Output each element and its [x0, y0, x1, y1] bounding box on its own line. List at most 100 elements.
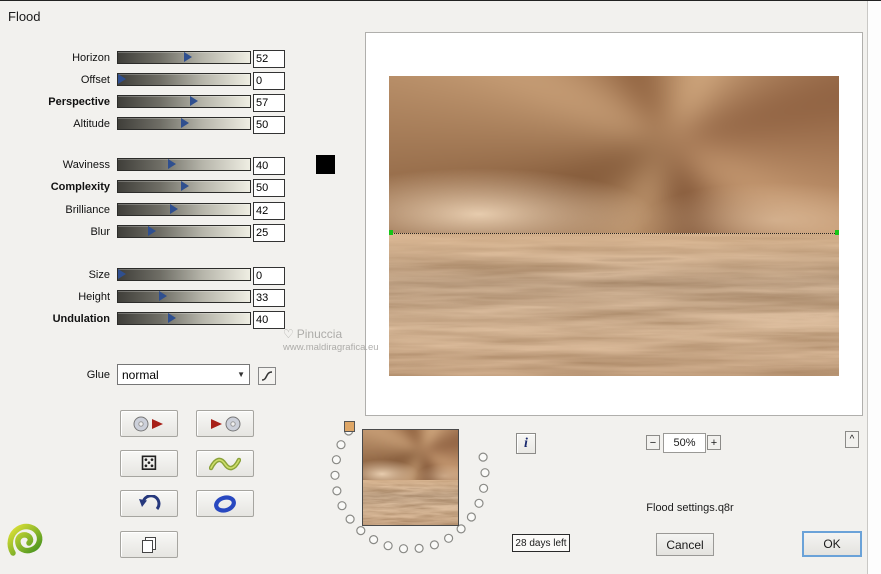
altitude-value-input[interactable] — [253, 116, 285, 134]
preview-panel — [365, 32, 863, 416]
watermark: ♡ Pinuccia www.maldiragrafica.eu — [283, 327, 379, 353]
horizon-handle-right[interactable] — [835, 230, 839, 236]
waviness-label: Waviness — [62, 159, 110, 171]
settings-filename: Flood settings.q8r — [646, 502, 734, 514]
wave-ribbon-icon — [209, 457, 241, 470]
slider-row-blur: Blur — [0, 224, 292, 242]
blur-slider[interactable] — [117, 225, 251, 238]
zoom-out-button[interactable]: − — [646, 435, 660, 450]
glue-select[interactable]: normal — [117, 364, 250, 385]
undulation-slider[interactable] — [117, 312, 251, 325]
zoom-level: 50% — [663, 433, 706, 453]
slider-row-undulation: Undulation — [0, 311, 292, 329]
offset-slider-thumb[interactable] — [118, 74, 126, 84]
s-curve-icon — [261, 371, 273, 381]
cd-load-icon — [211, 416, 241, 431]
complexity-value-input[interactable] — [253, 179, 285, 197]
horizon-slider-thumb[interactable] — [183, 52, 192, 62]
memory-save-button[interactable] — [120, 410, 178, 437]
altitude-slider[interactable] — [117, 117, 251, 130]
reset-ring-button[interactable] — [196, 490, 254, 517]
horizon-value-input[interactable] — [253, 50, 285, 68]
color-swatch[interactable] — [316, 155, 335, 174]
undulation-label: Undulation — [52, 313, 110, 325]
slider-row-waviness: Waviness — [0, 157, 292, 175]
shell-icon — [7, 523, 43, 556]
preview-water — [389, 233, 839, 376]
size-slider-thumb[interactable] — [118, 269, 126, 279]
size-slider[interactable] — [117, 268, 251, 281]
trial-days-badge[interactable]: 28 days left — [512, 534, 570, 552]
cancel-button[interactable]: Cancel — [656, 533, 714, 556]
slider-row-perspective: Perspective — [0, 94, 292, 112]
glue-select-wrap: normal ▼ — [117, 364, 250, 385]
altitude-label: Altitude — [73, 118, 110, 130]
preview-image[interactable] — [389, 76, 839, 376]
size-label: Size — [88, 269, 110, 281]
memory-thumbnail[interactable] — [362, 429, 459, 526]
slider-row-altitude: Altitude — [0, 116, 292, 134]
offset-slider[interactable] — [117, 73, 251, 86]
slider-row-brilliance: Brilliance — [0, 202, 292, 220]
thumbnail-water — [363, 479, 458, 525]
size-value-input[interactable] — [253, 267, 285, 285]
height-slider-thumb[interactable] — [158, 291, 167, 301]
preview-sky — [389, 76, 839, 234]
height-slider[interactable] — [117, 290, 251, 303]
offset-label: Offset — [80, 74, 110, 86]
complexity-slider[interactable] — [117, 180, 251, 193]
waviness-slider-thumb[interactable] — [167, 159, 176, 169]
brilliance-value-input[interactable] — [253, 202, 285, 220]
cd-save-icon — [133, 416, 163, 431]
horizon-handle-left[interactable] — [389, 230, 393, 236]
horizon-slider[interactable] — [117, 51, 251, 64]
flaming-pear-logo — [6, 521, 46, 564]
caret-button[interactable]: ^ — [845, 431, 859, 448]
slider-row-offset: Offset — [0, 72, 292, 90]
undulation-value-input[interactable] — [253, 311, 285, 329]
randomize-button[interactable]: ⚄ — [120, 450, 178, 477]
blue-ring-icon — [214, 494, 236, 513]
altitude-slider-thumb[interactable] — [181, 118, 189, 128]
info-button[interactable]: i — [516, 433, 536, 454]
brilliance-slider-thumb[interactable] — [170, 204, 179, 214]
blur-slider-thumb[interactable] — [148, 226, 156, 236]
undo-button[interactable] — [120, 490, 178, 517]
thumbnail-sky — [363, 430, 458, 480]
horizon-line[interactable] — [389, 233, 839, 235]
horizon-label: Horizon — [72, 52, 110, 64]
perspective-slider[interactable] — [117, 95, 251, 108]
zoom-in-button[interactable]: + — [707, 435, 721, 450]
height-label: Height — [78, 291, 110, 303]
complexity-slider-thumb[interactable] — [181, 181, 189, 191]
ok-button[interactable]: OK — [802, 531, 862, 557]
watermark-name: Pinuccia — [296, 327, 343, 341]
glue-label: Glue — [86, 369, 110, 381]
perspective-slider-thumb[interactable] — [190, 96, 199, 106]
memory-load-button[interactable] — [196, 410, 254, 437]
glue-row: Glue normal ▼ — [0, 364, 292, 386]
heart-icon: ♡ — [283, 327, 294, 341]
slider-row-complexity: Complexity — [0, 179, 292, 197]
dialog-title: Flood — [8, 9, 41, 24]
waviness-slider[interactable] — [117, 158, 251, 171]
wave-preset-button[interactable] — [196, 450, 254, 477]
flood-dialog: { "window": { "title": "Flood" }, "slide… — [0, 0, 881, 574]
offset-value-input[interactable] — [253, 72, 285, 90]
waviness-value-input[interactable] — [253, 157, 285, 175]
undo-arrow-icon — [139, 494, 161, 510]
perspective-value-input[interactable] — [253, 94, 285, 112]
copy-settings-button[interactable] — [120, 531, 178, 558]
glue-curve-button[interactable] — [258, 367, 276, 385]
memory-slot-indicator[interactable] — [344, 421, 355, 432]
undulation-slider-thumb[interactable] — [167, 313, 176, 323]
slider-row-size: Size — [0, 267, 292, 285]
blur-value-input[interactable] — [253, 224, 285, 242]
brilliance-slider[interactable] — [117, 203, 251, 216]
brilliance-label: Brilliance — [65, 204, 110, 216]
window-edge — [867, 1, 881, 574]
copy-pages-icon — [142, 536, 156, 553]
complexity-label: Complexity — [50, 181, 110, 193]
slider-row-horizon: Horizon — [0, 50, 292, 68]
height-value-input[interactable] — [253, 289, 285, 307]
